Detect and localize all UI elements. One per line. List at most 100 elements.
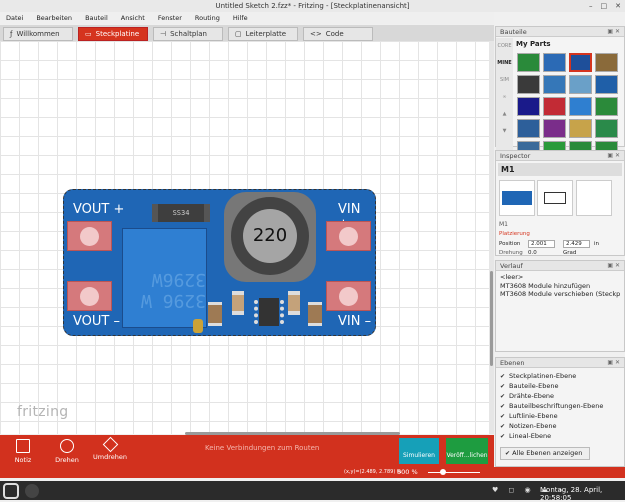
layers-title-text: Ebenen [500, 359, 525, 367]
bin-sim[interactable]: SIM [496, 72, 513, 89]
inductor-label: 220 [243, 209, 297, 263]
part-thumbnail[interactable] [595, 97, 618, 116]
panel-float-close[interactable]: ▣ ✕ [607, 358, 620, 368]
preview-schematic [544, 192, 566, 204]
layer-breadboard[interactable]: ✔ Steckplatinen-Ebene [496, 371, 624, 381]
part-thumbnail[interactable] [543, 119, 566, 138]
menu-window[interactable]: Fenster [158, 12, 182, 24]
vout-plus-pad[interactable] [67, 221, 112, 251]
menu-part[interactable]: Bauteil [85, 12, 108, 24]
position-label: Position [499, 241, 521, 247]
simulate-button[interactable]: Simulieren [399, 438, 439, 464]
maximize-button[interactable]: □ [601, 0, 608, 12]
inspector-part-name: M1 [498, 163, 622, 176]
menu-routing[interactable]: Routing [195, 12, 220, 24]
part-thumbnail[interactable] [595, 75, 618, 94]
part-thumbnail[interactable] [595, 119, 618, 138]
layer-ratsnest[interactable]: ✔ Luftlinie-Ebene [496, 411, 624, 421]
history-item[interactable]: MT3608 Module hinzufügen [500, 282, 620, 291]
minimize-button[interactable]: – [589, 0, 593, 12]
panel-float-close[interactable]: ▣ ✕ [607, 151, 620, 161]
vin-plus-pad[interactable] [326, 221, 371, 251]
zoom-slider-knob[interactable] [440, 469, 446, 475]
part-thumbnail[interactable] [543, 53, 566, 72]
panel-float-close[interactable]: ▣ ✕ [607, 27, 620, 37]
tab-label: Willkommen [16, 30, 60, 38]
tab-welcome[interactable]: ƒ Willkommen [3, 27, 73, 41]
zoom-slider[interactable] [428, 472, 480, 473]
history-item[interactable]: MT3608 Module verschieben (Steckplatine) [500, 290, 620, 299]
canvas-vertical-scrollbar[interactable] [489, 41, 494, 434]
parts-title: Bauteile [500, 28, 527, 36]
layer-notes[interactable]: ✔ Notizen-Ebene [496, 421, 624, 431]
layer-part-labels[interactable]: ✔ Bauteilbeschriftungen-Ebene [496, 401, 624, 411]
publish-label: Veröff...lichen [446, 452, 488, 459]
part-thumbnail[interactable] [569, 97, 592, 116]
history-item[interactable]: <leer> [500, 273, 620, 282]
tab-breadboard[interactable]: ▭ Steckplatine [78, 27, 148, 41]
part-thumbnail[interactable] [517, 53, 540, 72]
position-unit[interactable]: in [594, 241, 599, 247]
check-icon: ✔ [500, 382, 506, 390]
mt3608-ic [259, 298, 279, 326]
fritzing-app-icon[interactable] [25, 484, 39, 498]
part-thumbnail[interactable] [569, 53, 592, 72]
bin-loop[interactable]: ∞ [496, 89, 513, 106]
part-thumbnail[interactable] [517, 119, 540, 138]
rotation-value[interactable]: 0.0 [528, 250, 537, 256]
placement-label: Platzierung [499, 231, 530, 237]
vout-minus-pad[interactable] [67, 281, 112, 311]
note-icon [16, 439, 30, 453]
layer-label: Luftlinie-Ebene [509, 412, 558, 420]
window-titlebar: Untitled Sketch 2.fzz* - Fritzing - [Ste… [0, 0, 625, 12]
menu-edit[interactable]: Bearbeiten [36, 12, 72, 24]
layer-label: Drähte-Ebene [509, 392, 555, 400]
position-x-input[interactable]: 2.001 [528, 240, 555, 248]
part-thumbnail[interactable] [595, 53, 618, 72]
history-title-text: Verlauf [500, 262, 523, 270]
panel-float-close[interactable]: ▣ ✕ [607, 261, 620, 271]
part-thumbnail[interactable] [517, 97, 540, 116]
publish-button[interactable]: Veröff...lichen [446, 438, 488, 464]
rotate-icon [60, 439, 74, 453]
position-y-input[interactable]: 2.429 [563, 240, 590, 248]
bin-core[interactable]: CORE [496, 38, 513, 55]
inspector-schematic-preview [537, 180, 573, 216]
scrollbar-thumb[interactable] [490, 271, 493, 366]
menu-file[interactable]: Datei [6, 12, 23, 24]
bin-mine[interactable]: MINE [496, 55, 513, 72]
rotate-button[interactable]: Drehen [52, 439, 82, 464]
bin-down[interactable]: ▼ [496, 123, 513, 140]
layer-wires[interactable]: ✔ Drähte-Ebene [496, 391, 624, 401]
tab-schematic[interactable]: ⊣ Schaltplan [153, 27, 223, 41]
mt3608-module[interactable]: VOUT + VOUT – VIN + VIN – SS34 3296 W 32… [63, 189, 376, 336]
flip-button[interactable]: Umdrehen [92, 436, 128, 461]
check-icon: ✔ [500, 392, 506, 400]
part-thumbnail[interactable] [543, 97, 566, 116]
layer-ruler[interactable]: ✔ Lineal-Ebene [496, 431, 624, 441]
close-button[interactable]: ✕ [615, 0, 621, 12]
part-thumbnail[interactable] [569, 119, 592, 138]
rotate-label: Drehen [55, 456, 79, 464]
layer-parts[interactable]: ✔ Bauteile-Ebene [496, 381, 624, 391]
part-thumbnail[interactable] [517, 75, 540, 94]
tab-label: Steckplatine [95, 30, 140, 38]
vin-minus-pad[interactable] [326, 281, 371, 311]
check-icon: ✔ [500, 372, 506, 380]
menu-help[interactable]: Hilfe [233, 12, 248, 24]
tab-code[interactable]: <> Code [303, 27, 373, 41]
start-menu-icon[interactable] [3, 483, 19, 499]
tab-pcb[interactable]: ▢ Leiterplatte [228, 27, 298, 41]
note-button[interactable]: Notiz [12, 439, 34, 464]
rotation-unit: Grad [563, 250, 577, 256]
show-all-layers-button[interactable]: ✔ Alle Ebenen anzeigen [500, 447, 590, 460]
part-thumbnail[interactable] [543, 75, 566, 94]
menu-view[interactable]: Ansicht [121, 12, 145, 24]
part-thumbnail[interactable] [569, 75, 592, 94]
pot-screw [193, 319, 203, 333]
layer-label: Steckplatinen-Ebene [509, 372, 577, 380]
routing-status: Keine Verbindungen zum Routen [205, 444, 320, 452]
note-label: Notiz [14, 456, 32, 464]
bin-up[interactable]: ▲ [496, 106, 513, 123]
inspector-caption: M1 [499, 221, 508, 228]
